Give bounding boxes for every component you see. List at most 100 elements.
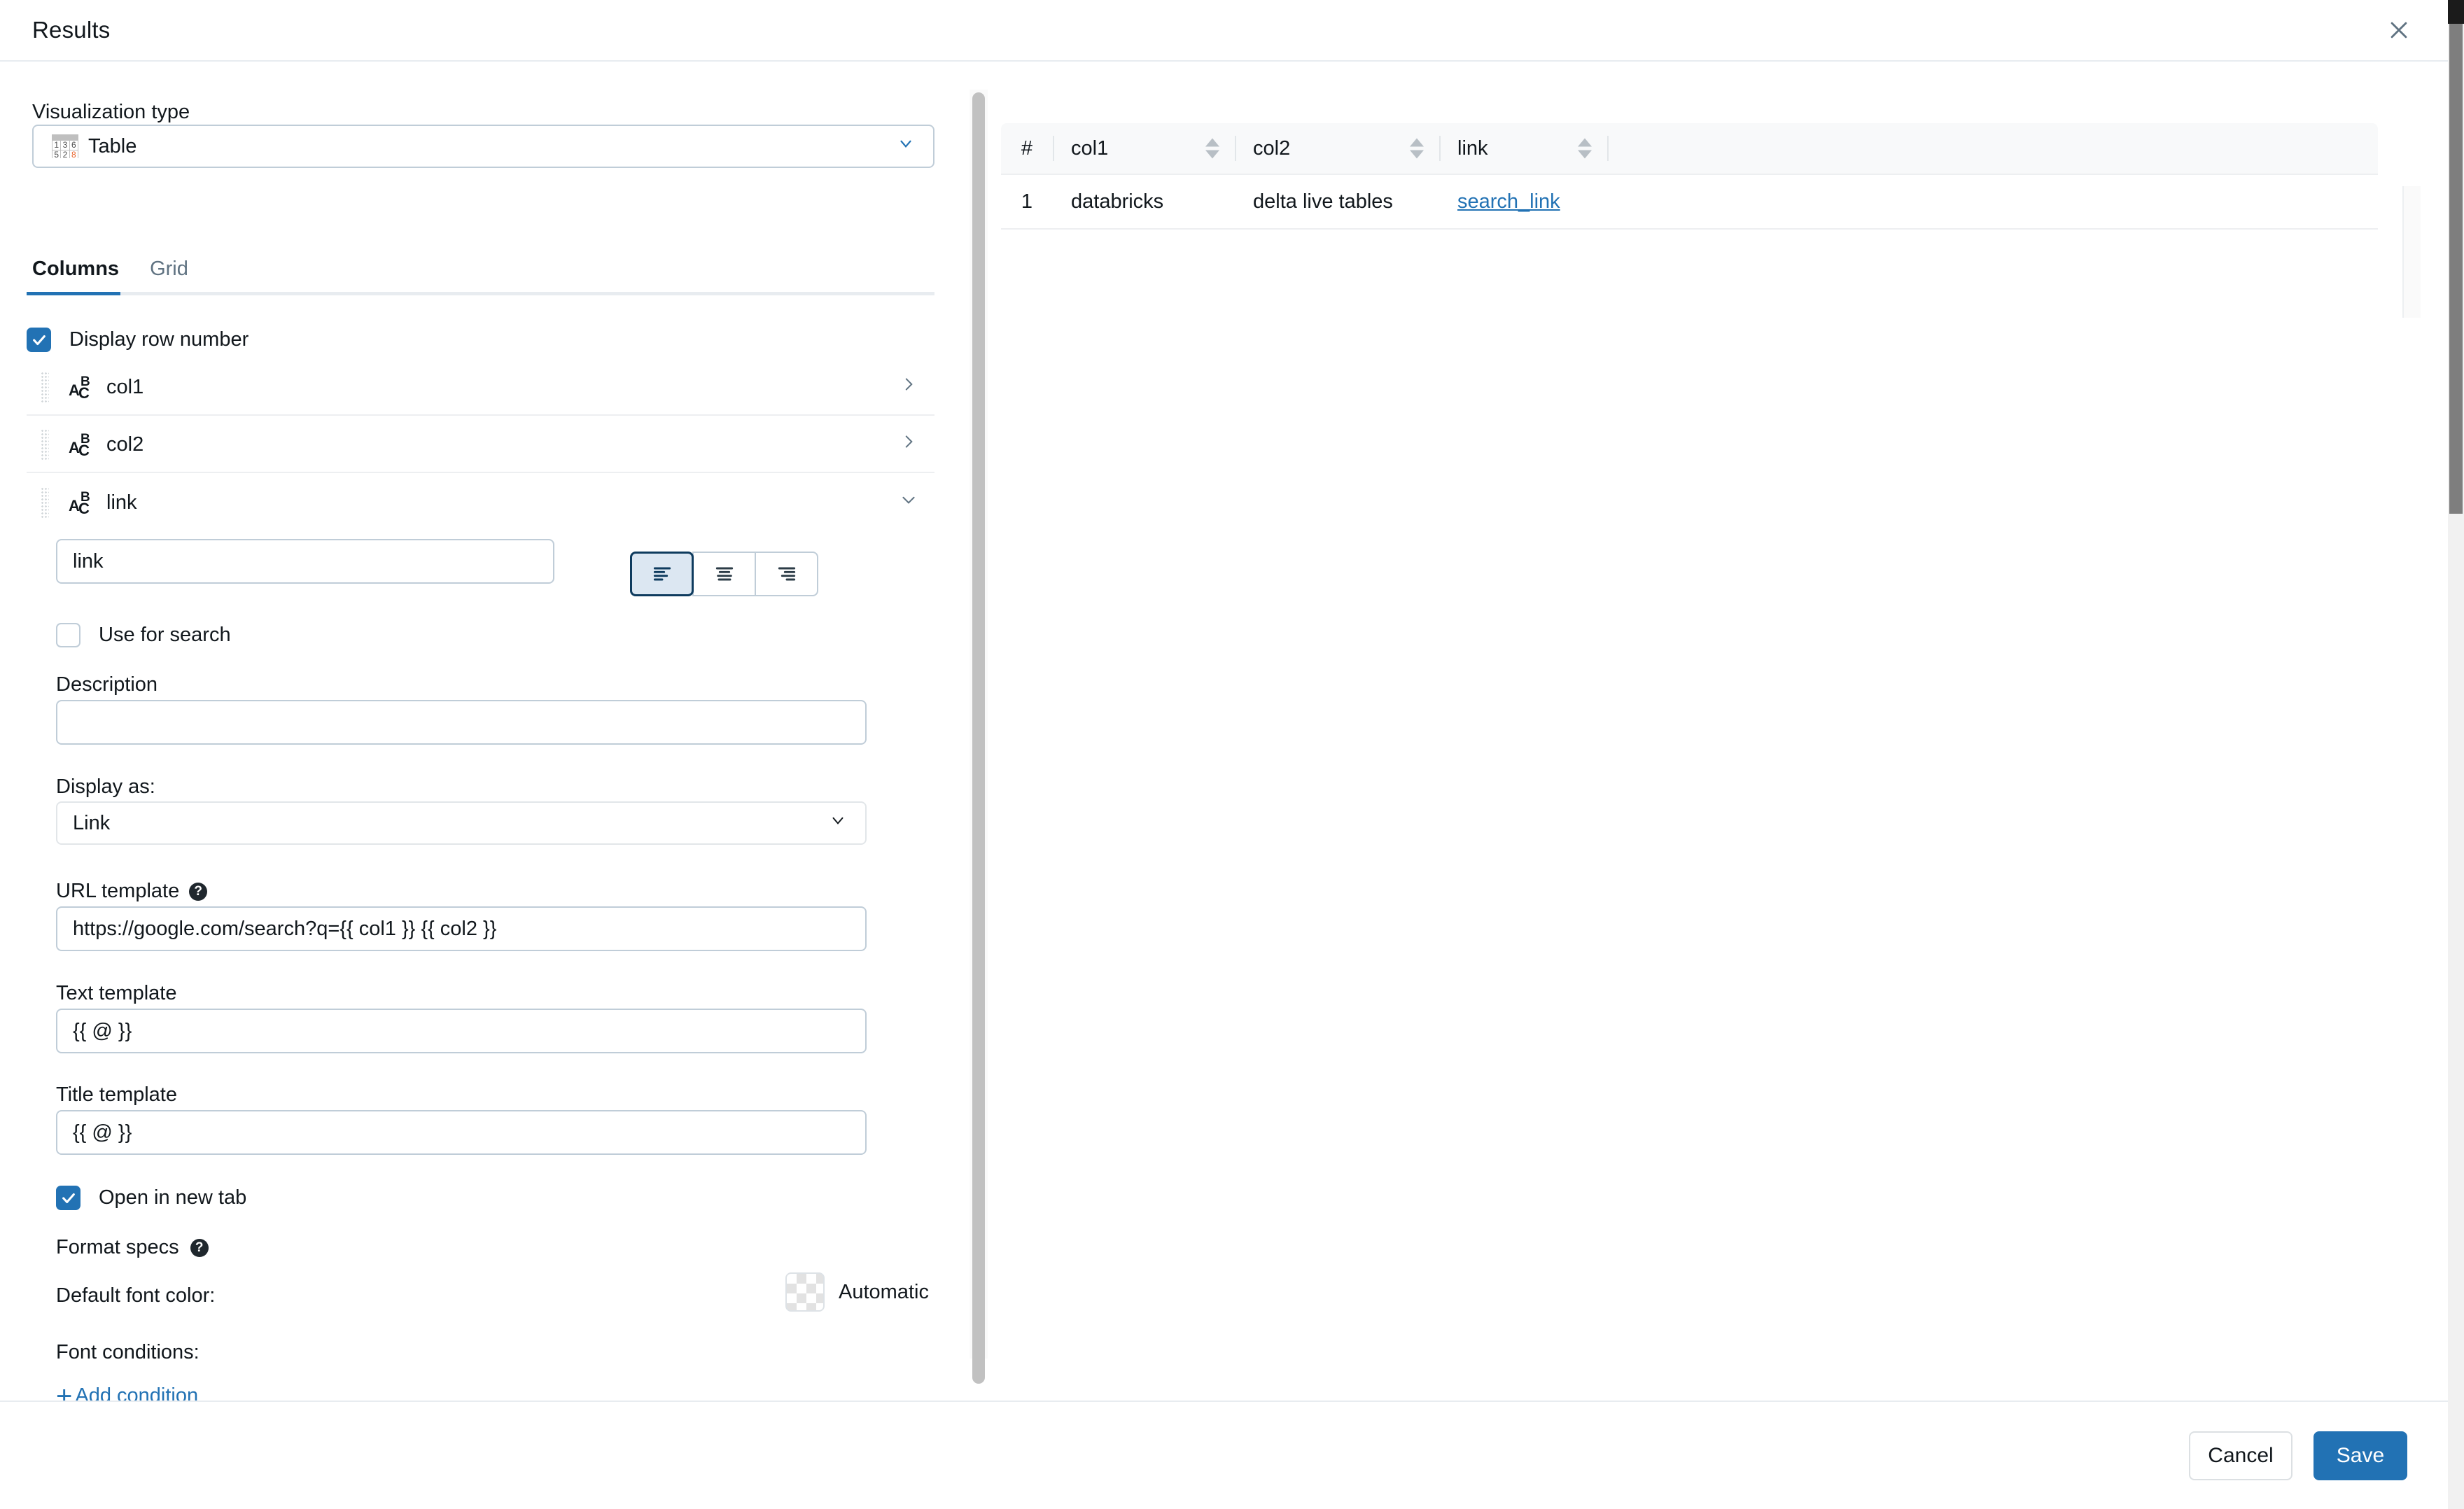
tab-grid[interactable]: Grid bbox=[150, 258, 188, 292]
dialog-footer: Cancel Save bbox=[0, 1401, 2448, 1509]
checkbox-icon bbox=[56, 1186, 80, 1210]
column-header-label: col1 bbox=[1071, 136, 1109, 160]
align-center-button[interactable] bbox=[692, 552, 756, 596]
font-conditions-label: Font conditions: bbox=[56, 1341, 200, 1363]
column-header-label: col2 bbox=[1253, 136, 1291, 160]
column-row-link[interactable]: ABC link bbox=[27, 475, 934, 531]
table-icon-cell: 6 bbox=[69, 141, 78, 150]
dialog-body: Visualization type 1 3 6 5 2 8 Table Col… bbox=[0, 63, 2448, 1401]
results-preview-panel: # col1 col2 link 1 databricks delta live… bbox=[994, 63, 2448, 1401]
display-row-number-checkbox[interactable]: Display row number bbox=[27, 328, 248, 352]
chevron-down-icon bbox=[897, 134, 915, 158]
visualization-type-value: Table bbox=[88, 134, 137, 157]
use-for-search-checkbox[interactable]: Use for search bbox=[56, 623, 231, 647]
checkbox-icon bbox=[27, 328, 51, 352]
format-specs-label-text: Format specs bbox=[56, 1236, 179, 1258]
page-title: Results bbox=[32, 17, 111, 43]
column-row-col1[interactable]: ABC col1 bbox=[27, 360, 934, 416]
table-icon-cell: 3 bbox=[61, 141, 69, 150]
description-label: Description bbox=[56, 673, 158, 696]
column-name: col2 bbox=[106, 433, 144, 456]
window-scrollbar-track[interactable] bbox=[2448, 0, 2464, 1509]
table-icon: 1 3 6 5 2 8 bbox=[52, 134, 78, 160]
save-button[interactable]: Save bbox=[2314, 1431, 2407, 1480]
add-condition-button[interactable]: + Add condition bbox=[56, 1380, 199, 1401]
display-row-number-label: Display row number bbox=[69, 328, 249, 351]
column-header-link[interactable]: link bbox=[1439, 123, 1607, 174]
open-in-new-tab-checkbox[interactable]: Open in new tab bbox=[56, 1186, 246, 1210]
sort-icon[interactable] bbox=[1578, 138, 1592, 159]
cell-col1: databricks bbox=[1071, 190, 1164, 213]
results-table-scrollbar[interactable] bbox=[2402, 186, 2421, 318]
column-row-col2[interactable]: ABC col2 bbox=[27, 417, 934, 473]
default-font-color-label: Default font color: bbox=[56, 1284, 216, 1307]
plus-icon: + bbox=[56, 1380, 73, 1401]
visualization-type-select[interactable]: 1 3 6 5 2 8 Table bbox=[32, 125, 934, 168]
close-icon[interactable] bbox=[2379, 10, 2418, 50]
drag-handle-icon[interactable] bbox=[41, 487, 49, 518]
table-row[interactable]: 1 databricks delta live tables search_li… bbox=[1001, 175, 2378, 230]
tabs-underline bbox=[27, 292, 934, 295]
cancel-button[interactable]: Cancel bbox=[2189, 1431, 2292, 1480]
settings-tabs: Columns Grid bbox=[27, 258, 934, 295]
visualization-type-label: Visualization type bbox=[32, 101, 190, 123]
tab-columns[interactable]: Columns bbox=[32, 258, 119, 292]
settings-panel-scrollbar-thumb[interactable] bbox=[972, 92, 985, 1384]
chevron-right-icon[interactable] bbox=[899, 375, 918, 399]
format-specs-label: Format specs ? bbox=[56, 1236, 209, 1259]
url-template-label: URL template ? bbox=[56, 880, 208, 903]
column-header-label: link bbox=[1457, 136, 1488, 160]
chevron-down-icon bbox=[829, 811, 847, 835]
column-title-input[interactable]: link bbox=[56, 539, 554, 584]
window-scrollbar-cap bbox=[2448, 0, 2464, 24]
text-template-label: Text template bbox=[56, 982, 177, 1004]
column-name: col1 bbox=[106, 375, 144, 398]
help-icon[interactable]: ? bbox=[189, 882, 208, 901]
abc-text-type-icon: ABC bbox=[69, 490, 90, 517]
align-left-button[interactable] bbox=[630, 552, 694, 596]
url-template-input[interactable]: https://google.com/search?q={{ col1 }} {… bbox=[56, 906, 867, 951]
column-header-label: # bbox=[1021, 136, 1033, 160]
column-divider bbox=[1235, 136, 1236, 161]
sort-icon[interactable] bbox=[1410, 138, 1424, 159]
settings-scroll-area: Visualization type 1 3 6 5 2 8 Table Col… bbox=[0, 63, 969, 1401]
add-condition-label: Add condition bbox=[75, 1384, 199, 1401]
sort-icon[interactable] bbox=[1205, 138, 1219, 159]
display-as-value: Link bbox=[73, 811, 111, 834]
transparent-checker-swatch-icon bbox=[785, 1272, 825, 1312]
results-table-body: 1 databricks delta live tables search_li… bbox=[1001, 174, 2378, 230]
results-table-header: # col1 col2 link bbox=[1001, 123, 2378, 174]
chevron-down-icon[interactable] bbox=[899, 491, 918, 514]
column-divider bbox=[1053, 136, 1054, 161]
drag-handle-icon[interactable] bbox=[41, 372, 49, 402]
chevron-right-icon[interactable] bbox=[899, 433, 918, 456]
display-as-select[interactable]: Link bbox=[56, 801, 867, 845]
table-icon-cell: 8 bbox=[69, 150, 78, 160]
default-font-color-picker[interactable]: Automatic bbox=[785, 1272, 929, 1312]
results-table: # col1 col2 link 1 databricks delta live… bbox=[1001, 123, 2378, 230]
column-header-col1[interactable]: col1 bbox=[1053, 123, 1235, 174]
title-template-input[interactable]: {{ @ }} bbox=[56, 1110, 867, 1155]
table-icon-cell: 1 bbox=[52, 141, 61, 150]
checkbox-icon bbox=[56, 623, 80, 647]
text-template-input[interactable]: {{ @ }} bbox=[56, 1009, 867, 1053]
table-icon-cell: 2 bbox=[61, 150, 69, 160]
align-right-button[interactable] bbox=[755, 552, 818, 596]
open-in-new-tab-label: Open in new tab bbox=[99, 1186, 247, 1209]
column-divider bbox=[1439, 136, 1441, 161]
drag-handle-icon[interactable] bbox=[41, 429, 49, 460]
use-for-search-label: Use for search bbox=[99, 624, 231, 646]
table-icon-cell: 5 bbox=[52, 150, 61, 160]
cell-rownum: 1 bbox=[1021, 190, 1033, 213]
cell-link[interactable]: search_link bbox=[1439, 190, 1607, 213]
column-header-rownum: # bbox=[1001, 123, 1053, 174]
column-name: link bbox=[106, 491, 137, 514]
window-scrollbar-thumb[interactable] bbox=[2449, 24, 2463, 514]
description-input[interactable] bbox=[56, 700, 867, 745]
column-header-col2[interactable]: col2 bbox=[1235, 123, 1439, 174]
alignment-button-group bbox=[630, 552, 820, 596]
abc-text-type-icon: ABC bbox=[69, 374, 90, 402]
help-icon[interactable]: ? bbox=[190, 1238, 209, 1257]
url-template-label-text: URL template bbox=[56, 880, 180, 902]
search-link[interactable]: search_link bbox=[1457, 190, 1560, 213]
